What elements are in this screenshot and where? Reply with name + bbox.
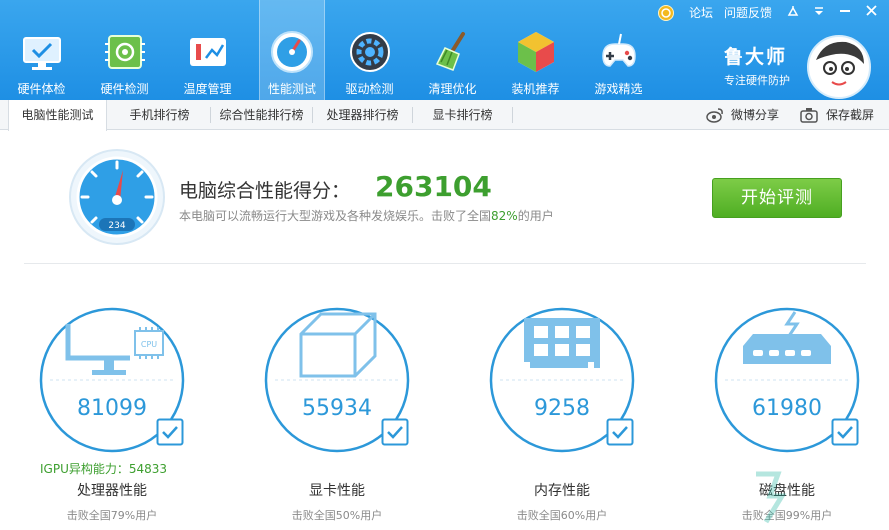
brand-name: 鲁大师 (724, 46, 788, 68)
tab-separator (312, 107, 313, 123)
broom-icon (435, 32, 465, 71)
nav-label: 装机推荐 (511, 82, 560, 96)
forum-link[interactable]: 论坛 (689, 4, 713, 21)
memory-beat-text: 击败全国60%用户 (516, 509, 608, 522)
gamepad-icon (601, 33, 636, 67)
minimize-icon[interactable] (840, 9, 850, 13)
weibo-icon[interactable] (706, 107, 724, 123)
score-desc-percent: 82% (491, 209, 518, 223)
tab-separator (412, 107, 413, 123)
nav-item-games[interactable]: 游戏精选 (577, 0, 660, 100)
tab-cpu-ranking[interactable]: 处理器排行榜 (314, 100, 411, 130)
igpu-score: IGPU异构能力：54833 (40, 462, 168, 476)
start-benchmark-button[interactable]: 开始评测 (712, 178, 842, 218)
cpu-label: 处理器性能 (77, 483, 147, 499)
score-description: 本电脑可以流畅运行大型游戏及各种发烧娱乐。击败了全国82%的用户 (179, 207, 554, 224)
circuit-board-icon (104, 35, 145, 69)
tab-overall-ranking[interactable]: 综合性能排行榜 (212, 100, 311, 130)
memory-module-icon (524, 318, 600, 368)
checkbox-checked-icon[interactable] (381, 418, 409, 446)
performance-gauge-icon: 234 (69, 149, 165, 245)
gpu-beat-text: 击败全国50%用户 (291, 509, 383, 522)
skin-icon[interactable] (787, 5, 799, 17)
tab-pc-performance[interactable]: 电脑性能测试 (8, 100, 107, 131)
nav-item-temperature[interactable]: 温度管理 (166, 0, 249, 100)
nav-item-clean-optimize[interactable]: 清理优化 (411, 0, 494, 100)
score-title: 电脑综合性能得分： (179, 180, 351, 202)
medal-icon[interactable] (657, 2, 675, 22)
gpu-label: 显卡性能 (309, 483, 365, 499)
nav-label: 温度管理 (183, 82, 232, 96)
checkbox-checked-icon[interactable] (156, 418, 184, 446)
nav-item-hardware-detect[interactable]: 硬件检测 (83, 0, 166, 100)
gauge-readout: 234 (108, 221, 125, 231)
nav-label: 硬件检测 (100, 82, 149, 96)
app-header: 硬件体检 硬件检测 温度管理 性能测试 驱动检测 清理优化 装机推荐 游戏精选 … (0, 0, 889, 100)
nav-label: 清理优化 (428, 82, 477, 96)
score-desc-prefix: 本电脑可以流畅运行大型游戏及各种发烧娱乐。击败了全国 (179, 209, 492, 223)
feedback-link[interactable]: 问题反馈 (724, 4, 772, 21)
camera-icon[interactable] (800, 107, 818, 123)
gear-driver-icon (349, 32, 390, 72)
speedometer-icon (271, 31, 313, 73)
cpu-chip-label: CPU (141, 340, 157, 349)
memory-card[interactable]: 9258 内存性能 击败全国60%用户 (480, 300, 660, 530)
nav-label: 性能测试 (267, 82, 316, 96)
menu-dropdown-icon[interactable] (814, 6, 824, 16)
nav-item-performance-test[interactable]: 性能测试 (259, 0, 325, 100)
cube-icon (517, 32, 554, 72)
cpu-chip-icon: CPU (134, 327, 164, 359)
brand-slogan: 专注硬件防护 (724, 74, 790, 87)
sub-tab-bar: 电脑性能测试 手机排行榜 综合性能排行榜 处理器排行榜 显卡排行榜 微博分享 保… (0, 100, 889, 131)
gpu-card[interactable]: 55934 显卡性能 击败全国50%用户 (255, 300, 435, 530)
score-desc-suffix: 的用户 (517, 209, 554, 223)
tab-separator (512, 107, 513, 123)
checkbox-checked-icon[interactable] (606, 418, 634, 446)
cpu-card[interactable]: CPU 81099 IGPU异构能力：54833 处理器性能 击败全国79%用户 (30, 300, 210, 530)
checkbox-checked-icon[interactable] (831, 418, 859, 446)
overall-score: 263104 (375, 170, 492, 203)
close-icon[interactable] (866, 5, 877, 16)
thermometer-icon (189, 38, 226, 66)
tab-separator (210, 107, 211, 123)
brand-block: 鲁大师 专注硬件防护 (720, 30, 889, 100)
cpu-beat-text: 击败全国79%用户 (66, 509, 158, 522)
weibo-share-link[interactable]: 微博分享 (731, 100, 779, 130)
tab-phone-ranking[interactable]: 手机排行榜 (112, 100, 207, 130)
nav-label: 硬件体检 (17, 82, 66, 96)
tab-gpu-ranking[interactable]: 显卡排行榜 (414, 100, 511, 130)
nav-item-hardware-checkup[interactable]: 硬件体检 (0, 0, 83, 100)
watermark-logo (756, 471, 787, 524)
nav-item-build-recommend[interactable]: 装机推荐 (494, 0, 577, 100)
mascot-avatar (807, 35, 871, 99)
nav-item-driver-detect[interactable]: 驱动检测 (328, 0, 411, 100)
save-screenshot-link[interactable]: 保存截屏 (826, 100, 874, 130)
section-divider (24, 263, 866, 264)
nav-label: 游戏精选 (594, 82, 643, 96)
monitor-check-icon (22, 37, 61, 70)
memory-label: 内存性能 (534, 483, 590, 499)
nav-label: 驱动检测 (345, 82, 394, 96)
